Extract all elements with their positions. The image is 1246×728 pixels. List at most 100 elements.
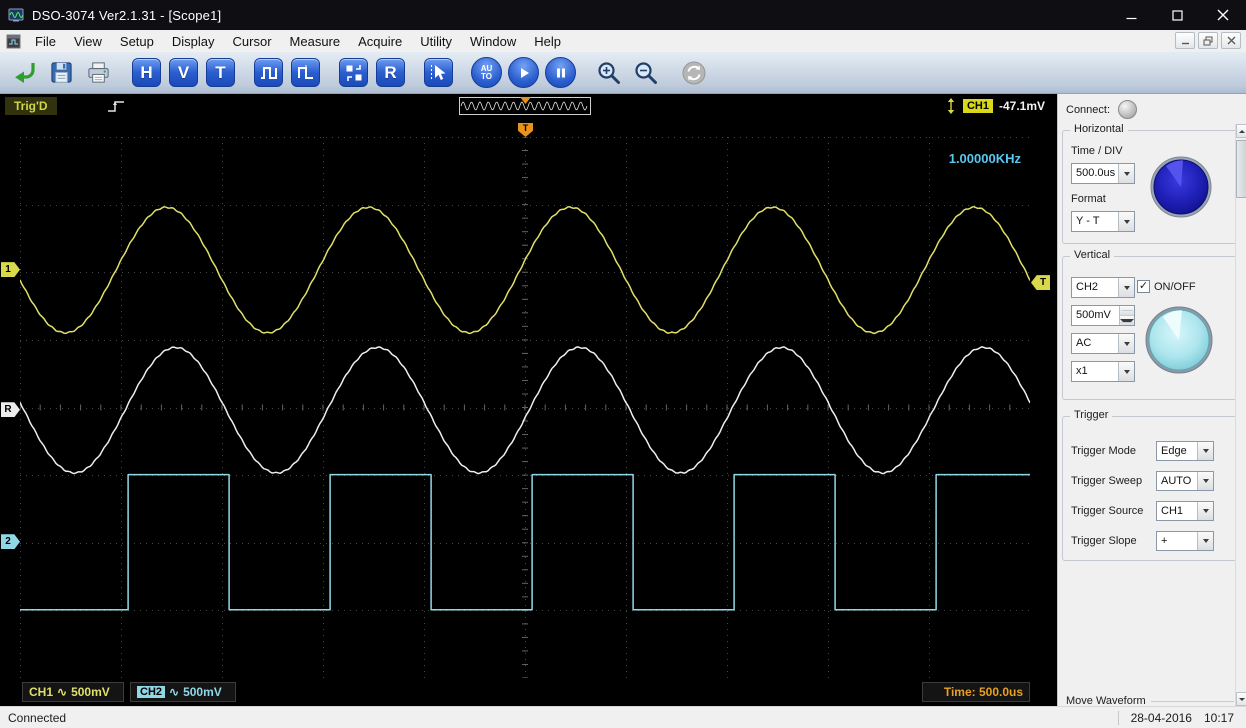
pause-button[interactable] — [542, 54, 579, 91]
probe-select[interactable]: x1 — [1071, 361, 1135, 382]
coupling-select[interactable]: AC — [1071, 333, 1135, 354]
spin-down-icon[interactable] — [1120, 316, 1134, 325]
trigger-group: Trigger Trigger Mode Edge Trigger Sweep … — [1062, 409, 1238, 561]
datetime-group: 28-04-2016 10:17 — [1117, 710, 1234, 725]
run-button[interactable] — [505, 54, 542, 91]
scroll-up-button[interactable] — [1236, 124, 1246, 138]
channel-onoff-checkbox[interactable]: ✓ ON/OFF — [1137, 280, 1196, 293]
menu-help[interactable]: Help — [525, 32, 570, 51]
chevron-down-icon — [1197, 532, 1213, 550]
window-title: DSO-3074 Ver2.1.31 - [Scope1] — [32, 7, 222, 23]
divider — [1150, 700, 1234, 702]
status-date: 28-04-2016 — [1130, 710, 1192, 725]
trigger-source-select[interactable]: CH1 — [1156, 501, 1214, 521]
waveform-preview[interactable] — [459, 97, 591, 115]
waveform-b-button[interactable] — [287, 54, 324, 91]
chevron-down-icon — [1118, 278, 1134, 297]
chevron-down-icon — [1118, 334, 1134, 353]
close-button[interactable] — [1200, 0, 1246, 30]
vertical-group-title: Vertical — [1070, 249, 1115, 261]
minimize-button[interactable] — [1108, 0, 1154, 30]
time-div-select[interactable]: 500.0us — [1071, 163, 1135, 184]
trigger-mode-select[interactable]: Edge — [1156, 441, 1214, 461]
horizontal-button[interactable]: H — [128, 54, 165, 91]
chevron-down-icon — [1197, 442, 1213, 460]
reference-button[interactable]: R — [372, 54, 409, 91]
zoom-out-button[interactable] — [627, 54, 664, 91]
mdi-window-controls — [1175, 32, 1241, 49]
autoset-button[interactable]: AU TO — [468, 54, 505, 91]
mdi-child-icon — [6, 34, 21, 48]
refresh-button[interactable] — [675, 54, 712, 91]
connect-row: Connect: — [1066, 100, 1138, 119]
menu-view[interactable]: View — [65, 32, 111, 51]
checkbox-checked-icon: ✓ — [1137, 280, 1150, 293]
waveform-a-button[interactable] — [250, 54, 287, 91]
menu-acquire[interactable]: Acquire — [349, 32, 411, 51]
scroll-down-button[interactable] — [1236, 692, 1246, 706]
trigger-button[interactable]: T — [202, 54, 239, 91]
print-button[interactable] — [80, 54, 117, 91]
trigger-group-title: Trigger — [1070, 409, 1113, 421]
menu-measure[interactable]: Measure — [281, 32, 350, 51]
menu-display[interactable]: Display — [163, 32, 224, 51]
trigger-level-marker[interactable]: T — [1031, 275, 1050, 291]
vertical-button[interactable]: V — [165, 54, 202, 91]
volts-div-spinner[interactable]: 500mV — [1071, 305, 1135, 326]
chevron-down-icon — [1118, 212, 1134, 231]
save-button[interactable] — [43, 54, 80, 91]
time-readout: Time: 500.0us — [922, 682, 1030, 702]
waveform-display — [19, 136, 1031, 679]
horizontal-group: Horizontal Time / DIV 500.0us Format Y -… — [1062, 123, 1238, 244]
menu-setup[interactable]: Setup — [111, 32, 163, 51]
time-div-knob-icon — [1150, 156, 1212, 218]
scrollbar-thumb[interactable] — [1236, 140, 1246, 198]
pulse-icon — [254, 58, 283, 87]
trigger-slope-select[interactable]: + — [1156, 531, 1214, 551]
vertical-knob[interactable] — [1144, 305, 1214, 380]
menu-file[interactable]: File — [26, 32, 65, 51]
chevron-down-icon — [1118, 362, 1134, 381]
menu-cursor[interactable]: Cursor — [224, 32, 281, 51]
toolbar: H V T R AU TO — [0, 52, 1246, 94]
mdi-close-button[interactable] — [1221, 32, 1241, 49]
maximize-button[interactable] — [1154, 0, 1200, 30]
window-controls — [1108, 0, 1246, 30]
panel-scrollbar[interactable] — [1235, 124, 1246, 706]
workspace: Trig'D CH1 -47.1mV T 1.00000KHz 1 R 2 T … — [0, 94, 1246, 707]
ch2-coupling-icon: ∿ — [169, 685, 180, 699]
refresh-icon — [682, 61, 705, 84]
chevron-down-icon — [1197, 502, 1213, 520]
mdi-minimize-button[interactable] — [1175, 32, 1195, 49]
open-button[interactable] — [6, 54, 43, 91]
ref-position-marker[interactable]: R — [1, 402, 20, 418]
ch1-position-marker[interactable]: 1 — [1, 262, 20, 278]
chevron-down-icon — [1197, 472, 1213, 490]
volts-div-knob-icon — [1145, 306, 1213, 374]
trigger-sweep-select[interactable]: AUTO — [1156, 471, 1214, 491]
titlebar: DSO-3074 Ver2.1.31 - [Scope1] — [0, 0, 1246, 30]
spin-up-icon[interactable] — [1120, 306, 1134, 316]
scope-app-icon — [8, 8, 24, 22]
cursor-button[interactable] — [420, 54, 457, 91]
mdi-restore-button[interactable] — [1198, 32, 1218, 49]
mdi-minimize-icon — [1181, 42, 1189, 45]
menu-utility[interactable]: Utility — [411, 32, 461, 51]
horizontal-knob[interactable] — [1149, 155, 1213, 224]
vertical-channel-select[interactable]: CH2 — [1071, 277, 1135, 298]
pulse-cursor-icon — [291, 58, 320, 87]
chevron-down-icon — [1118, 164, 1134, 183]
trigger-status: Trig'D — [5, 97, 57, 115]
ch2-position-marker[interactable]: 2 — [1, 534, 20, 550]
app-icon — [8, 7, 24, 23]
cursor-icon — [424, 58, 453, 87]
menu-window[interactable]: Window — [461, 32, 525, 51]
mdi-close-icon — [1227, 36, 1235, 45]
pause-icon — [545, 57, 576, 88]
zoom-in-button[interactable] — [590, 54, 627, 91]
format-select[interactable]: Y - T — [1071, 211, 1135, 232]
trigger-readout-group: CH1 -47.1mV — [945, 94, 1045, 118]
autoset-icon: AU TO — [471, 57, 502, 88]
trigger-position-marker[interactable]: T — [518, 123, 533, 137]
self-cal-button[interactable] — [335, 54, 372, 91]
